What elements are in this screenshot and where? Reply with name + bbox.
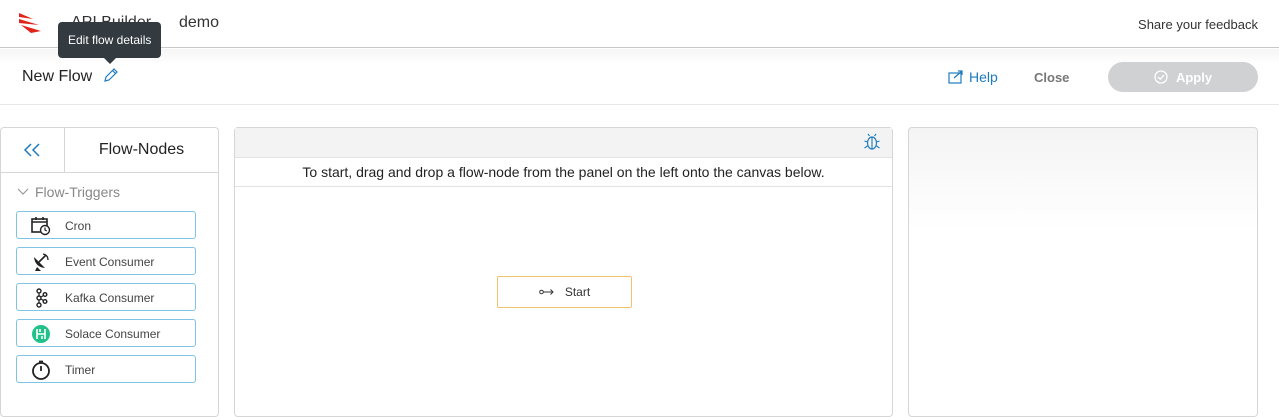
stopwatch-icon [32,360,50,380]
start-connector-icon [539,289,554,295]
axway-logo-icon[interactable] [17,11,43,35]
close-button[interactable]: Close [1034,70,1069,85]
edit-flow-tooltip: Edit flow details [58,22,162,64]
section-label: Flow-Triggers [35,184,121,200]
panel-title: Flow-Nodes [98,141,185,158]
flow-canvas-panel: To start, drag and drop a flow-node from… [234,127,893,417]
project-name: demo [179,14,220,31]
node-label: Kafka Consumer [65,291,155,305]
top-bar: API Builder demo Share your feedback [0,0,1279,48]
chevron-down-icon [17,188,29,195]
help-link[interactable]: Help [948,69,998,85]
flow-triggers-section-toggle[interactable]: Flow-Triggers [17,184,120,200]
node-cron[interactable]: Cron [16,211,196,239]
collapse-panel-button[interactable] [1,128,65,172]
cron-calendar-icon [31,217,51,236]
flow-title: New Flow [22,68,93,85]
check-circle-icon [1154,70,1168,84]
apply-button[interactable]: Apply [1108,62,1258,92]
apply-label: Apply [1175,69,1213,85]
flow-nodes-panel-header: Flow-Nodes [1,128,218,173]
canvas-instructions: To start, drag and drop a flow-node from… [235,158,892,187]
node-label: Cron [65,219,92,233]
node-kafka-consumer[interactable]: Kafka Consumer [16,283,196,311]
node-details-panel [908,127,1258,417]
node-label: Event Consumer [65,255,155,269]
node-solace-consumer[interactable]: Solace Consumer [16,319,196,347]
node-label: Timer [65,363,96,377]
solace-icon [32,325,50,343]
flow-header-bar: New Flow Help Close Apply [0,49,1279,105]
double-chevron-left-icon [23,143,40,157]
node-timer[interactable]: Timer [16,355,196,383]
edit-pencil-icon[interactable] [102,66,120,84]
start-node-label: Start [564,285,591,299]
start-node[interactable]: Start [497,276,632,308]
bug-debug-icon[interactable] [864,133,880,151]
share-feedback-link[interactable]: Share your feedback [1138,17,1258,32]
kafka-icon [36,288,48,308]
canvas-toolbar [235,128,892,158]
external-help-icon [948,70,963,84]
flow-nodes-panel: Flow-Nodes Flow-Triggers Cron Event Cons… [0,127,219,417]
node-label: Solace Consumer [65,327,161,341]
satellite-dish-icon [34,253,49,271]
node-event-consumer[interactable]: Event Consumer [16,247,196,275]
help-label: Help [969,69,998,85]
